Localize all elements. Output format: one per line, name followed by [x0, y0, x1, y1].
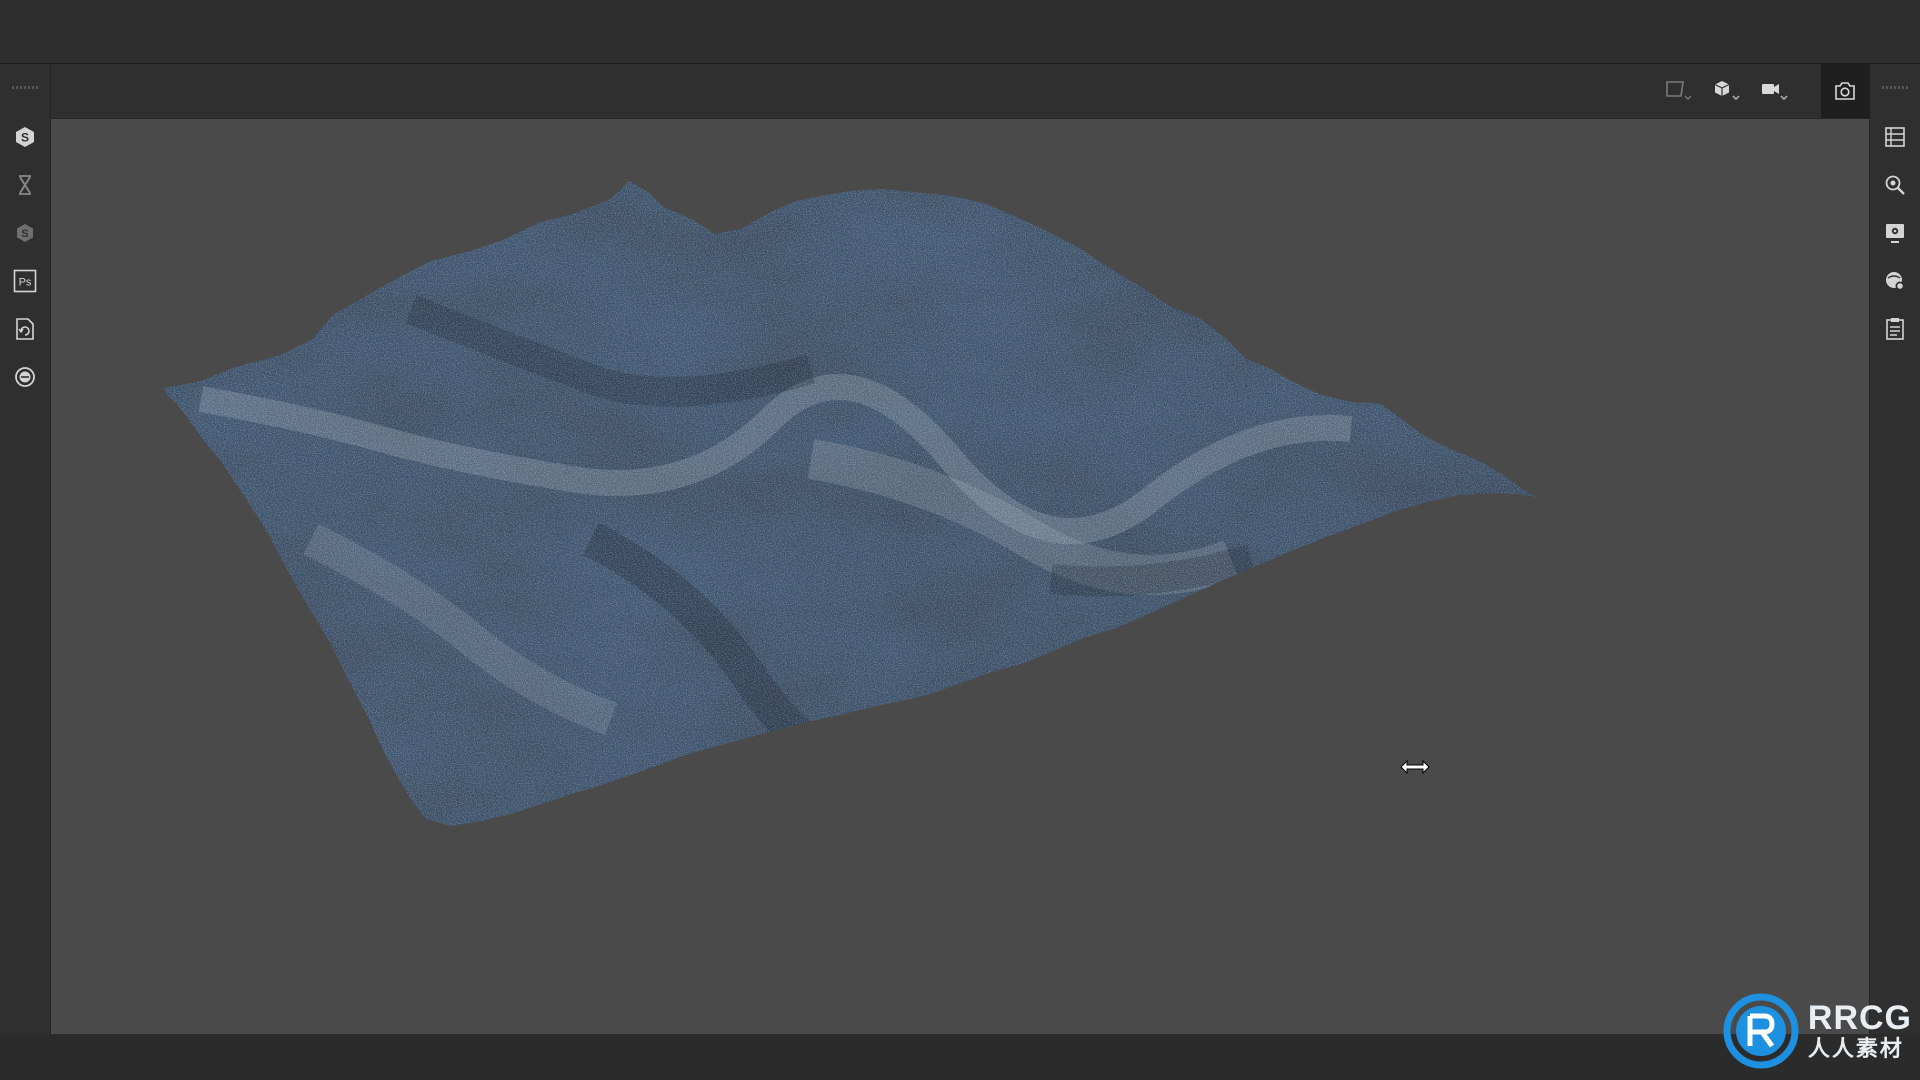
- screenshot-camera-icon: [1835, 82, 1855, 100]
- toolbar-grip-handle[interactable]: [12, 86, 38, 89]
- clipboard-notes-icon: [1886, 318, 1904, 340]
- svg-text:Ps: Ps: [19, 277, 32, 289]
- hourglass-icon: [19, 175, 31, 195]
- svg-text:S: S: [21, 228, 28, 240]
- zoom-search-button[interactable]: [1880, 170, 1910, 200]
- substance-dim-button[interactable]: S: [10, 218, 40, 248]
- display-settings-icon: [1886, 224, 1904, 243]
- 3d-viewport[interactable]: [51, 119, 1869, 1034]
- substance-circle-button[interactable]: [10, 362, 40, 392]
- substance-s-button[interactable]: S: [10, 122, 40, 152]
- substance-s-dim-icon: S: [17, 224, 33, 242]
- video-camera-icon: [1762, 84, 1788, 100]
- toolbar-grip-handle[interactable]: [1882, 86, 1908, 89]
- viewport-toolbar: [51, 64, 1869, 119]
- menu-bar: [0, 0, 1920, 64]
- photoshop-button[interactable]: Ps: [10, 266, 40, 296]
- cube-display-icon: [1714, 81, 1740, 100]
- watermark-subtitle: 人人素材: [1807, 1037, 1904, 1062]
- watermark: RRCG 人人素材: [1722, 992, 1912, 1070]
- horizontal-resize-cursor: [1400, 759, 1430, 775]
- zoom-search-icon: [1885, 175, 1905, 195]
- svg-text:S: S: [21, 131, 29, 145]
- substance-s-icon: S: [16, 127, 34, 147]
- screenshot-button[interactable]: [1821, 64, 1869, 118]
- watermark-text: RRCG 人人素材: [1808, 1001, 1912, 1061]
- view-frame-dropdown[interactable]: [1660, 76, 1700, 106]
- display-settings-button[interactable]: [1880, 218, 1910, 248]
- substance-circle-icon: [15, 367, 35, 387]
- watermark-title: RRCG: [1807, 999, 1912, 1037]
- layers-list-icon: [1885, 127, 1905, 147]
- clipboard-notes-button[interactable]: [1880, 314, 1910, 344]
- cube-display-dropdown[interactable]: [1708, 76, 1748, 106]
- environment-settings-icon: [1886, 272, 1905, 291]
- view-frame-icon: [1666, 81, 1692, 100]
- left-toolbar: S S Ps: [0, 64, 51, 1034]
- bottom-status-bar: [0, 1034, 1920, 1080]
- right-toolbar: [1869, 64, 1920, 1034]
- app-window: S S Ps RRCG 人人素材: [0, 0, 1920, 1080]
- terrain-mesh: [164, 181, 1536, 826]
- video-camera-dropdown[interactable]: [1756, 76, 1796, 106]
- layers-panel-button[interactable]: [1880, 122, 1910, 152]
- rrcg-logo-icon: [1723, 993, 1799, 1069]
- file-refresh-icon: [16, 318, 34, 340]
- photoshop-icon: Ps: [13, 269, 37, 293]
- file-refresh-button[interactable]: [10, 314, 40, 344]
- timeline-button[interactable]: [10, 170, 40, 200]
- environment-settings-button[interactable]: [1880, 266, 1910, 296]
